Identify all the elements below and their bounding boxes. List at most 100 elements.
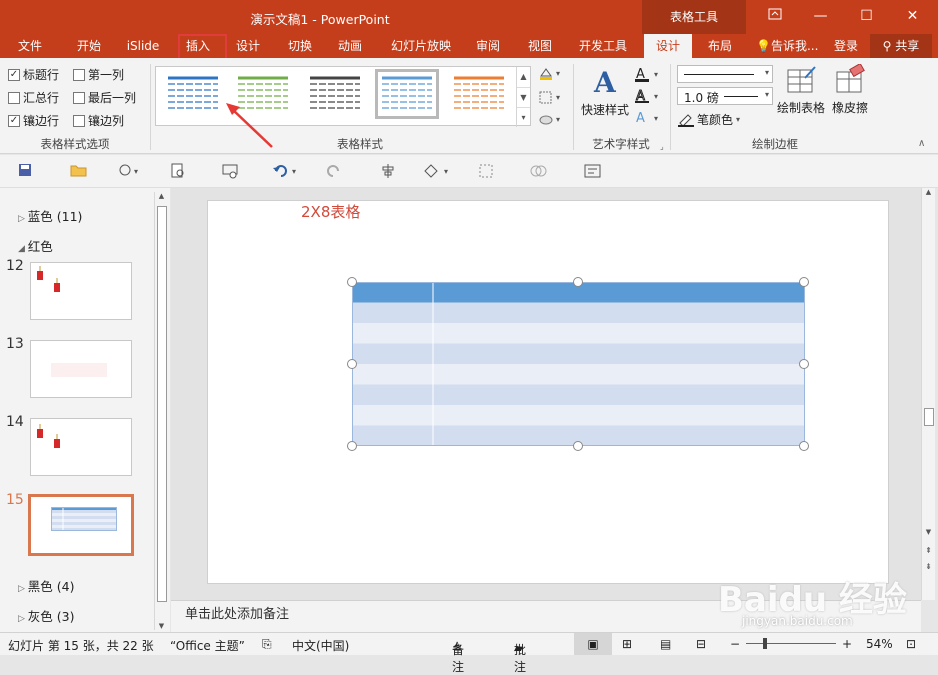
table-style-thumb-light-blue[interactable] (375, 69, 439, 119)
folder-icon[interactable] (70, 163, 88, 181)
reading-view-icon[interactable]: ▤ (660, 637, 671, 651)
zoom-in-icon[interactable]: + (842, 637, 852, 651)
present-icon[interactable] (222, 163, 240, 183)
text-effects-icon[interactable]: A ▾ (634, 110, 662, 129)
maximize-button[interactable]: ☐ (844, 0, 889, 34)
gallery-more-icon[interactable]: ▾ (517, 107, 530, 127)
eraser-button[interactable]: 橡皮擦 (830, 62, 870, 116)
section-blue[interactable]: ▷ 蓝色 (11) (18, 206, 82, 225)
zoom-slider[interactable] (746, 643, 836, 644)
textbox-icon[interactable] (584, 163, 602, 183)
thumbnail-scrollbar[interactable]: ▲ ▼ (154, 192, 168, 630)
collapse-ribbon-icon[interactable]: ∧ (918, 138, 925, 149)
draw-table-button[interactable]: 绘制表格 (776, 64, 826, 116)
table-style-thumb-black[interactable] (306, 72, 364, 116)
resize-handle-bottom-left[interactable] (347, 441, 357, 451)
dialog-launcher-icon[interactable]: ⌟ (660, 142, 664, 151)
resize-handle-right[interactable] (799, 359, 809, 369)
slide-scrollbar[interactable]: ▲ ▼ ⇞ ⇟ (921, 188, 935, 600)
shapes-icon[interactable]: ▾ (424, 163, 454, 183)
normal-view-icon[interactable]: ▣ (574, 633, 612, 655)
previous-slide-icon[interactable]: ⇞ (922, 546, 935, 555)
text-outline-icon[interactable]: A ▾ (634, 88, 662, 107)
spellcheck-icon[interactable]: ⎘ (262, 637, 272, 652)
first-column-checkbox[interactable]: 第一列 (73, 66, 124, 83)
tab-file[interactable]: 文件 (10, 34, 50, 58)
tab-table-design[interactable]: 设计 (644, 34, 692, 58)
tab-table-layout[interactable]: 布局 (700, 34, 740, 58)
resize-handle-bottom[interactable] (573, 441, 583, 451)
align-icon[interactable] (380, 163, 396, 183)
print-preview-icon[interactable] (170, 163, 186, 183)
touch-mode-icon[interactable]: ▾ (118, 163, 144, 183)
tab-home[interactable]: 开始 (68, 34, 110, 58)
text-fill-icon[interactable]: A ▾ (634, 66, 662, 85)
slide-title[interactable]: 2X8表格 (301, 201, 360, 222)
resize-handle-left[interactable] (347, 359, 357, 369)
resize-handle-bottom-right[interactable] (799, 441, 809, 451)
scrollbar-thumb[interactable] (924, 408, 934, 426)
total-row-checkbox[interactable]: 汇总行 (8, 89, 59, 106)
tab-insert[interactable]: 插入 (178, 34, 218, 58)
pen-weight-dropdown[interactable]: 1.0 磅 ▾ (677, 87, 773, 105)
scroll-up-icon[interactable]: ▲ (922, 188, 935, 200)
shading-icon[interactable]: ▾ (538, 66, 564, 83)
table-style-thumb-blue[interactable] (164, 72, 222, 116)
tab-review[interactable]: 审阅 (468, 34, 508, 58)
last-column-checkbox[interactable]: 最后一列 (73, 89, 136, 106)
login-button[interactable]: 登录 (828, 34, 864, 58)
tell-me-box[interactable]: 💡告诉我... (756, 34, 822, 58)
scroll-down-icon[interactable]: ▼ (155, 622, 168, 630)
section-red[interactable]: ◢ 红色 (18, 236, 53, 255)
undo-icon[interactable]: ▾ (272, 163, 302, 183)
slide-thumbnail-12[interactable] (30, 262, 132, 320)
close-button[interactable]: ✕ (890, 0, 935, 34)
slide-thumbnail-15[interactable] (28, 494, 134, 556)
resize-handle-top-left[interactable] (347, 277, 357, 287)
tab-design[interactable]: 设计 (228, 34, 268, 58)
zoom-level[interactable]: 54% (866, 637, 893, 651)
quick-styles-button[interactable]: A 快速样式 (580, 64, 630, 118)
pen-style-dropdown[interactable]: ▾ (677, 65, 773, 83)
pen-color-button[interactable]: 笔颜色 ▾ (678, 111, 740, 128)
effects-icon[interactable]: ▾ (538, 112, 564, 129)
banded-rows-checkbox[interactable]: ✓ 镶边行 (8, 112, 59, 129)
scroll-down-icon[interactable]: ▼ (517, 87, 530, 107)
header-row-checkbox[interactable]: ✓ 标题行 (8, 66, 59, 83)
resize-handle-top[interactable] (573, 277, 583, 287)
next-slide-icon[interactable]: ⇟ (922, 562, 935, 571)
scrollbar-thumb[interactable] (157, 206, 167, 602)
banded-columns-checkbox[interactable]: 镶边列 (73, 112, 124, 129)
resize-handle-top-right[interactable] (799, 277, 809, 287)
fit-to-window-icon[interactable]: ⊡ (906, 637, 916, 651)
crop-icon[interactable] (478, 163, 494, 183)
scroll-down-icon[interactable]: ▼ (922, 528, 935, 536)
share-button[interactable]: ⚲ 共享 (870, 34, 932, 58)
tab-animations[interactable]: 动画 (330, 34, 370, 58)
zoom-out-icon[interactable]: − (730, 637, 740, 651)
scroll-up-icon[interactable]: ▲ (155, 192, 168, 204)
section-black[interactable]: ▷ 黑色 (4) (18, 576, 74, 595)
slideshow-icon[interactable]: ⊟ (696, 637, 706, 651)
minimize-button[interactable]: — (798, 0, 843, 34)
section-gray[interactable]: ▷ 灰色 (3) (18, 606, 74, 625)
tab-transitions[interactable]: 切换 (280, 34, 320, 58)
language[interactable]: 中文(中国) (292, 637, 349, 654)
slide-thumbnail-13[interactable] (30, 340, 132, 398)
slide-sorter-icon[interactable]: ⊞ (622, 637, 632, 651)
tab-view[interactable]: 视图 (520, 34, 560, 58)
ribbon-display-icon[interactable] (752, 0, 797, 34)
gallery-scroll[interactable]: ▲ ▼ ▾ (516, 67, 530, 127)
zoom-slider-thumb[interactable] (763, 638, 767, 649)
table-object[interactable] (352, 282, 805, 446)
tab-developer[interactable]: 开发工具 (572, 34, 634, 58)
tab-islide[interactable]: iSlide (120, 34, 166, 58)
save-icon[interactable] (18, 163, 32, 181)
slide-thumbnail-14[interactable] (30, 418, 132, 476)
scroll-up-icon[interactable]: ▲ (517, 67, 530, 87)
table-style-thumb-orange[interactable] (450, 72, 508, 116)
redo-icon[interactable] (326, 163, 342, 183)
merge-shapes-icon[interactable] (530, 163, 548, 183)
borders-icon[interactable]: ▾ (538, 90, 564, 107)
tab-slideshow[interactable]: 幻灯片放映 (384, 34, 458, 58)
